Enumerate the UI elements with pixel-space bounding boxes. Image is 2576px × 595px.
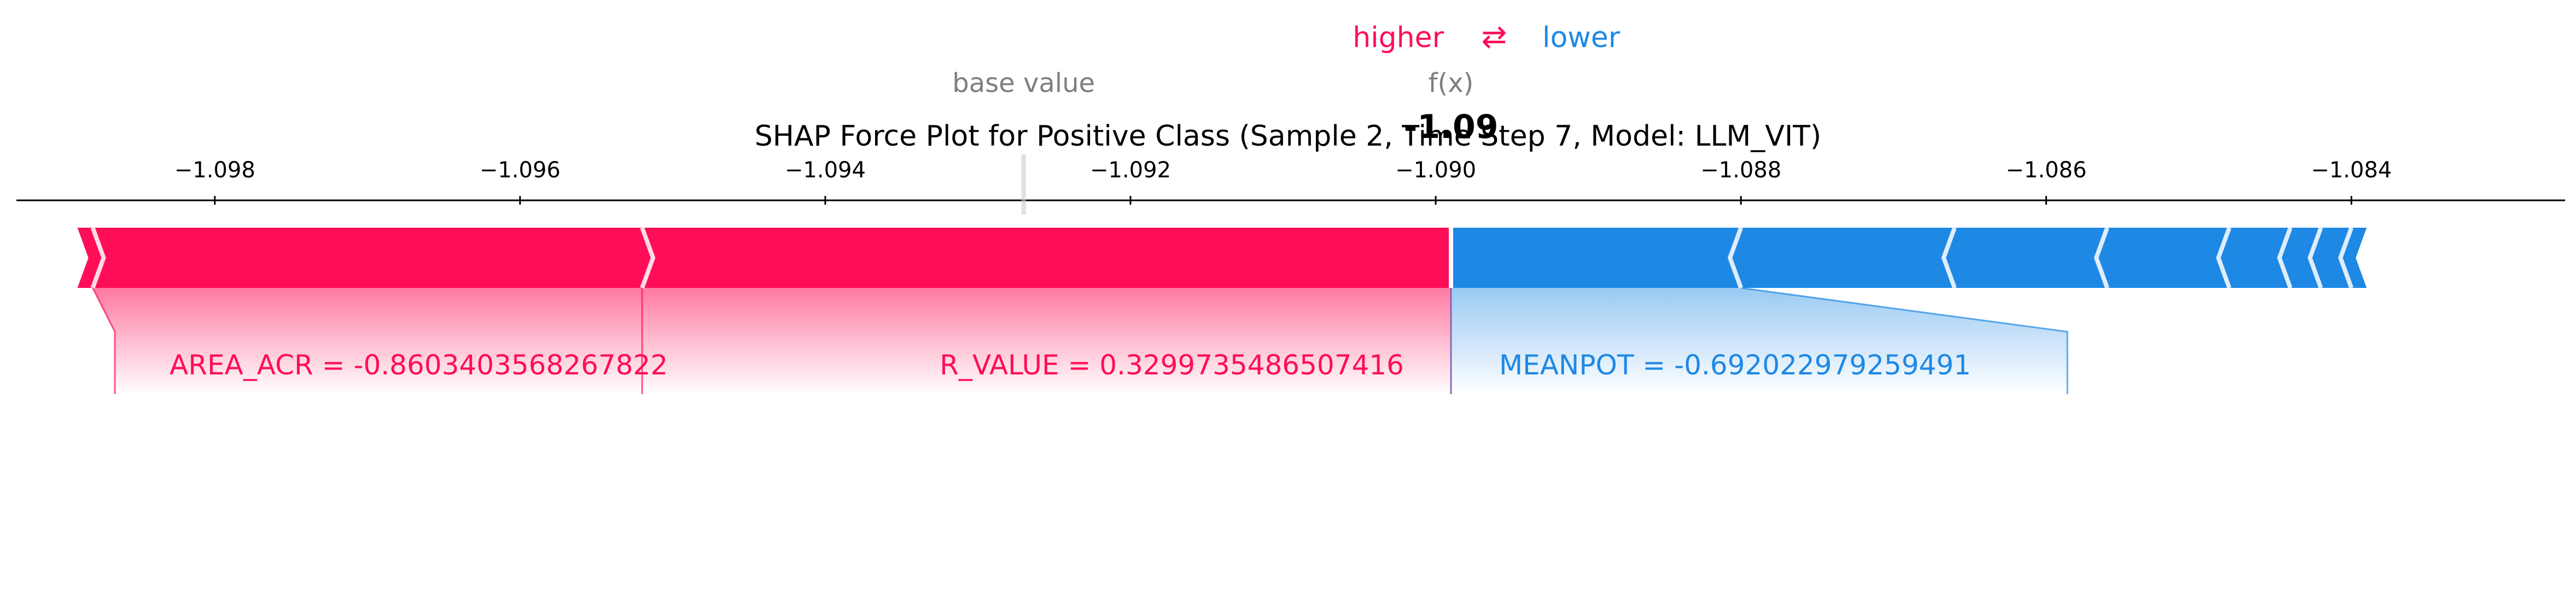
base-value-label: base value (952, 68, 1095, 99)
feature-label: AREA_ACR = -0.8603403568267822 (170, 349, 668, 381)
x-tick-label: −1.094 (785, 158, 866, 183)
chart-title: SHAP Force Plot for Positive Class (Samp… (755, 120, 1821, 153)
fx-value: -1.09 (1404, 108, 1499, 146)
x-tick-label: −1.096 (480, 158, 561, 183)
x-tick-label: −1.092 (1090, 158, 1171, 183)
feature-label: R_VALUE = 0.3299735486507416 (940, 349, 1404, 381)
x-tick-label: −1.088 (1700, 158, 1781, 183)
negative-force-segment (2096, 228, 2230, 288)
x-tick-label: −1.098 (174, 158, 255, 183)
x-tick-label: −1.086 (2006, 158, 2087, 183)
legend-higher: higher (1353, 21, 1444, 54)
x-tick-label: −1.090 (1395, 158, 1476, 183)
negative-force-segment (1730, 228, 1955, 288)
negative-force-segment (1943, 228, 2107, 288)
positive-force-segment (92, 228, 654, 288)
fx-label: f(x) (1429, 68, 1474, 99)
positive-force-segment (642, 228, 1451, 288)
force-bars (77, 227, 2367, 289)
feature-labels: R_VALUE = 0.3299735486507416 AREA_ACR = -… (170, 349, 1971, 381)
legend-lower: lower (1542, 21, 1621, 54)
legend-swap-arrow-icon: ⇄ (1482, 19, 1507, 55)
negative-force-segment (1450, 228, 1741, 288)
x-axis-ticks: −1.098 −1.096 −1.094 −1.092 −1.090 −1.088 −1.0… (174, 158, 2392, 205)
x-tick-label: −1.084 (2311, 158, 2392, 183)
feature-label: MEANPOT = -0.692022979259491 (1499, 349, 1971, 381)
shap-force-plot: higher ⇄ lower base value f(x) SHAP Forc… (16, 19, 2565, 394)
